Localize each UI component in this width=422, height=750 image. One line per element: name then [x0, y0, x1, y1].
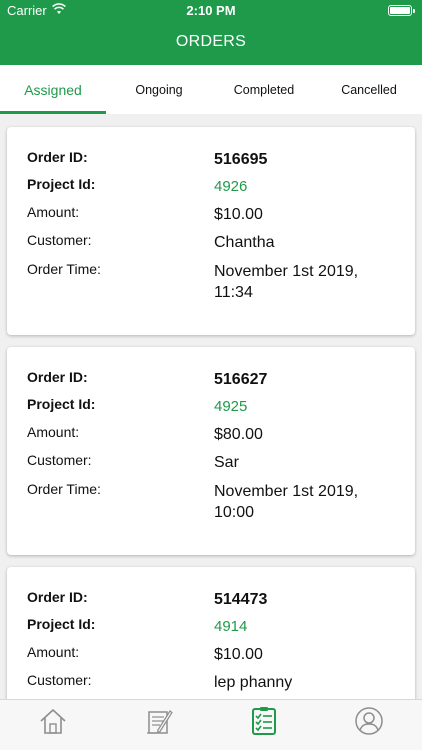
order-time-date: November 1st 2019,: [214, 483, 359, 500]
amount-label: Amount:: [27, 424, 80, 440]
order-tabs: Assigned Ongoing Completed Cancelled: [0, 65, 422, 114]
project-id-label: Project Id:: [27, 616, 96, 632]
tab-cancelled[interactable]: Cancelled: [316, 65, 422, 114]
project-id-label: Project Id:: [27, 176, 96, 192]
project-id-value[interactable]: 4925: [214, 396, 247, 417]
amount-value: $10.00: [214, 206, 263, 223]
order-card[interactable]: Order ID: 516627 Project Id: 4925 Amount…: [7, 347, 415, 555]
tab-ongoing[interactable]: Ongoing: [106, 65, 212, 114]
tab-assigned[interactable]: Assigned: [0, 65, 106, 114]
order-time-clock: 11:34: [214, 284, 253, 301]
project-id-value[interactable]: 4926: [214, 176, 247, 197]
amount-label: Amount:: [27, 204, 80, 220]
customer-value: Sar: [214, 454, 239, 471]
battery-icon: [388, 5, 415, 16]
order-card[interactable]: Order ID: 516695 Project Id: 4926 Amount…: [7, 127, 415, 335]
order-id-value: 516627: [214, 371, 268, 388]
order-time-clock: 10:00: [214, 504, 255, 521]
page-title: ORDERS: [175, 33, 247, 50]
customer-label: Customer:: [27, 672, 92, 688]
tab-assigned-label: Assigned: [24, 82, 82, 98]
amount-value: $10.00: [214, 646, 263, 663]
tab-ongoing-label: Ongoing: [135, 83, 183, 97]
home-icon[interactable]: [38, 706, 68, 736]
tab-completed-label: Completed: [233, 83, 295, 97]
customer-value: lep phanny: [214, 674, 293, 691]
project-id-label: Project Id:: [27, 396, 96, 412]
tab-cancelled-label: Cancelled: [341, 83, 397, 97]
status-time: 2:10 PM: [186, 3, 236, 18]
project-id-value[interactable]: 4914: [214, 616, 247, 637]
tab-completed[interactable]: Completed: [212, 65, 316, 114]
amount-label: Amount:: [27, 644, 80, 660]
order-id-value: 516695: [214, 151, 268, 168]
customer-label: Customer:: [27, 452, 92, 468]
order-id-value: 514473: [214, 591, 268, 608]
document-pen-icon[interactable]: [144, 706, 174, 736]
customer-label: Customer:: [27, 232, 92, 248]
orders-list[interactable]: Order ID: 516695 Project Id: 4926 Amount…: [0, 114, 422, 699]
checklist-icon[interactable]: [249, 706, 279, 736]
order-id-label: Order ID:: [27, 149, 88, 165]
bottom-tab-bar: [0, 699, 422, 750]
order-time-value: November 1st 2019, 11:34: [214, 261, 358, 303]
order-time-label: Order Time:: [27, 481, 101, 497]
customer-value: Chantha: [214, 234, 275, 251]
order-time-value: November 1st 2019, 10:00: [214, 481, 358, 523]
order-time-label: Order Time:: [27, 261, 101, 277]
order-time-date: November 1st 2019,: [214, 263, 359, 280]
order-id-label: Order ID:: [27, 369, 88, 385]
status-bar: Carrier 2:10 PM: [0, 0, 422, 22]
app-header: Carrier 2:10 PM ORDERS: [0, 0, 422, 65]
amount-value: $80.00: [214, 426, 263, 443]
user-icon[interactable]: [354, 706, 384, 736]
order-card[interactable]: Order ID: 514473 Project Id: 4914 Amount…: [7, 567, 415, 699]
order-id-label: Order ID:: [27, 589, 88, 605]
